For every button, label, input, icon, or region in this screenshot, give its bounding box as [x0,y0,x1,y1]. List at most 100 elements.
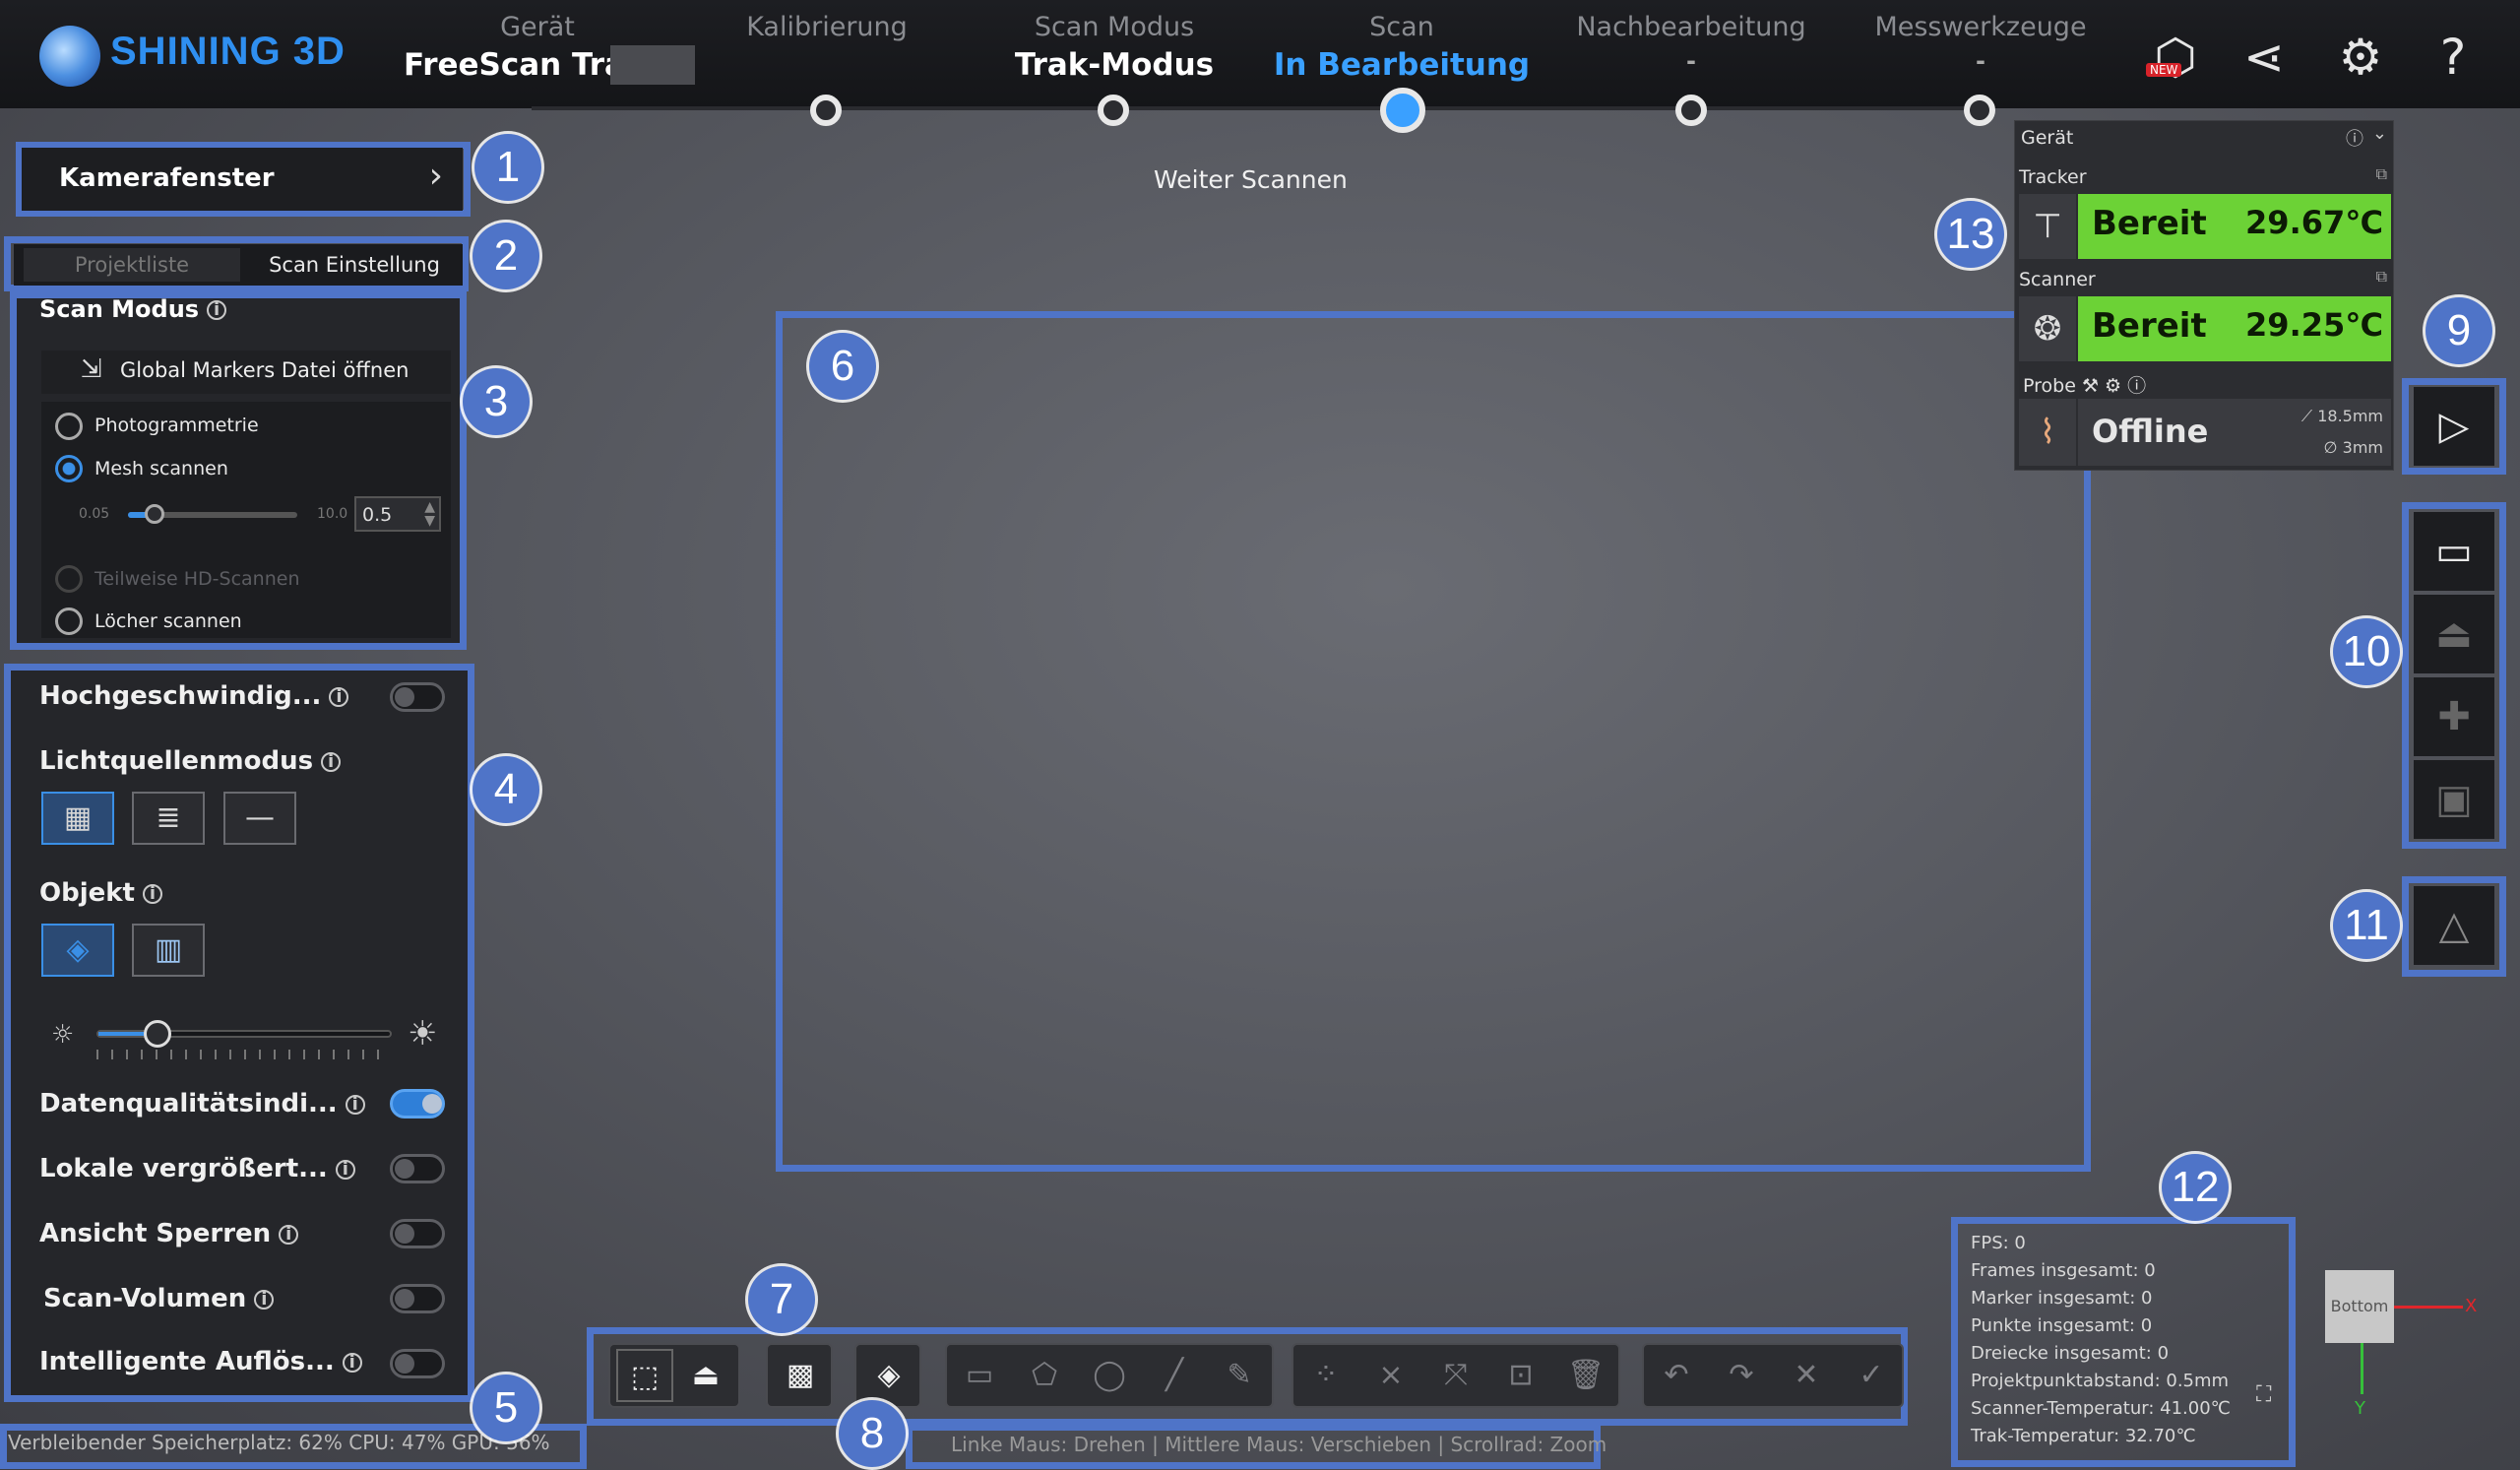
window-button[interactable]: ▭ [2414,512,2494,591]
viewport-hint: Weiter Scannen [1154,165,1348,194]
fit-view-icon[interactable]: ⛶ [2256,1382,2271,1407]
info-icon[interactable]: i [321,751,342,772]
tab-project-list[interactable]: Projektliste [24,248,240,282]
view-cube[interactable]: Bottom [2325,1270,2394,1343]
smart-resolution-toggle[interactable] [390,1349,445,1378]
radio-mesh-scan[interactable] [55,455,83,482]
info-icon[interactable]: i [142,883,162,904]
tracker-tool-button[interactable]: ⏏ [2414,595,2494,673]
new-3d-icon[interactable]: ⬡ [2144,26,2207,89]
polygon-select-icon[interactable]: ⬠ [1016,1349,1073,1402]
setting-data-quality-label: Datenqualitätsindi... [39,1089,338,1118]
step-value-device[interactable]: FreeScan Trak [354,47,650,83]
lasso-select-icon[interactable]: ◯ [1081,1349,1138,1402]
stat-points: Punkte insgesamt: 0 [1971,1315,2153,1336]
high-speed-toggle[interactable] [390,682,445,712]
share-icon[interactable]: ⋖ [2233,26,2296,89]
info-icon[interactable]: i [329,686,349,707]
setting-lock-view-label: Ansicht Sperren [39,1219,272,1248]
radio-photogrammetry[interactable] [55,413,83,440]
invert-select-icon[interactable]: ⊡ [1492,1349,1549,1402]
brightness-slider[interactable] [96,1020,392,1048]
tab-scan-settings[interactable]: Scan Einstellung [248,248,461,282]
info-icon[interactable]: i [279,1224,299,1245]
mesh-grid-icon[interactable]: ▩ [772,1349,829,1402]
cube-view-icon[interactable]: ⬚ [616,1349,673,1402]
callout-7: 7 [748,1266,815,1333]
setting-smart-resolution-label: Intelligente Auflös... [39,1347,335,1376]
plugin-button[interactable]: ✚ [2414,677,2494,756]
help-icon[interactable]: ? [2422,26,2485,89]
gear-icon[interactable]: ⚙ [2329,26,2392,89]
resolution-slider[interactable] [128,504,297,524]
markers-icon[interactable]: ⁘ [1297,1349,1354,1402]
resolution-input[interactable]: 0.5 ▲ ▼ [354,496,441,532]
open-global-markers-label: Global Markers Datei öffnen [120,358,410,382]
light-cross-lines-button[interactable]: ▦ [41,792,114,845]
chevron-down-icon[interactable]: ⌄ [2372,123,2387,144]
ground-plane-icon[interactable]: ⏏ [677,1349,734,1402]
trash-icon[interactable]: 🗑 [1557,1349,1614,1402]
data-quality-toggle[interactable] [390,1089,445,1118]
tracker-monitor-icon[interactable]: ⧉ [2376,164,2387,184]
lock-view-toggle[interactable] [390,1219,445,1248]
mode-partial-hd-label: Teilweise HD-Scannen [94,568,300,590]
radio-hole-scan[interactable] [55,607,83,635]
step-value-measure[interactable]: - [1823,47,2138,75]
line-select-icon[interactable]: ╱ [1146,1349,1203,1402]
step-value-postprocessing[interactable]: - [1534,47,1849,75]
start-scan-button[interactable]: ▷ [2414,387,2494,466]
confirm-icon[interactable]: ✓ [1843,1349,1900,1402]
play-icon: ▷ [2438,404,2470,449]
scan-volume-toggle[interactable] [390,1284,445,1313]
cancel-icon[interactable]: ✕ [1778,1349,1835,1402]
setting-lock-view: Ansicht Sperren i [39,1219,299,1248]
timeline-node-postprocessing[interactable] [1675,95,1707,126]
probe-diameter: ∅ 3mm [2323,438,2383,457]
info-icon[interactable]: i [254,1289,275,1310]
scanner-monitor-icon[interactable]: ⧉ [2376,267,2387,287]
toggle-knob [395,1289,414,1309]
info-icon[interactable]: i [345,1094,365,1115]
device-serial-mask [610,45,695,85]
timeline-node-scan[interactable] [1380,88,1425,133]
timeline-node-scan-mode[interactable] [1098,95,1129,126]
redo-icon[interactable]: ↷ [1713,1349,1770,1402]
callout-9: 9 [2426,297,2492,364]
stepper-arrows-icon[interactable]: ▲ ▼ [424,500,435,528]
info-icon[interactable]: i [342,1352,362,1373]
light-single-line-button[interactable]: — [223,792,296,845]
step-value-scan-mode[interactable]: Trak-Modus [957,47,1272,83]
local-zoom-toggle[interactable] [390,1154,445,1183]
expand-select-icon[interactable]: ⤧ [1427,1349,1484,1402]
open-global-markers-button[interactable]: ⇲ Global Markers Datei öffnen [41,351,451,394]
object-reflective-button[interactable]: ▥ [132,924,205,977]
help-small-icon[interactable]: ⓘ [2346,125,2363,151]
probe-settings-icon[interactable]: ⚙ [2105,375,2121,397]
timeline-node-calibration[interactable] [810,95,842,126]
setting-data-quality: Datenqualitätsindi... i [39,1089,365,1118]
device-panel: Gerät ⓘ ⌄ Tracker ⧉ ⊤ Bereit 29.67℃ Scan… [2014,120,2394,471]
undo-icon[interactable]: ↶ [1648,1349,1705,1402]
object-cube-button[interactable]: ◈ [41,924,114,977]
probe-tool-icon[interactable]: ⚒ [2082,375,2099,397]
camera-window-button[interactable]: Kamerafenster › [22,148,463,211]
info-icon[interactable]: i [335,1159,355,1180]
mesh-button[interactable]: △ [2414,886,2494,965]
probe-info-icon[interactable]: ⓘ [2127,375,2146,397]
tracker-icon: ⊤ [2019,194,2076,259]
brightness-slider-handle[interactable] [144,1020,171,1048]
brush-select-icon[interactable]: ✎ [1211,1349,1268,1402]
delete-markers-icon[interactable]: ⨯ [1362,1349,1419,1402]
scanner-temperature: 29.25℃ [2245,306,2383,344]
timeline-node-measure[interactable] [1964,95,1995,126]
step-value-scan[interactable]: In Bearbeitung [1244,47,1559,83]
save-button[interactable]: ▣ [2414,760,2494,839]
layers-icon[interactable]: ◈ [860,1349,917,1402]
setting-object-label: Objekt [39,878,135,908]
toggle-knob [395,687,414,707]
info-icon[interactable]: i [207,300,227,320]
light-parallel-lines-button[interactable]: ≣ [132,792,205,845]
callout-4: 4 [472,756,539,823]
rect-select-icon[interactable]: ▭ [951,1349,1008,1402]
